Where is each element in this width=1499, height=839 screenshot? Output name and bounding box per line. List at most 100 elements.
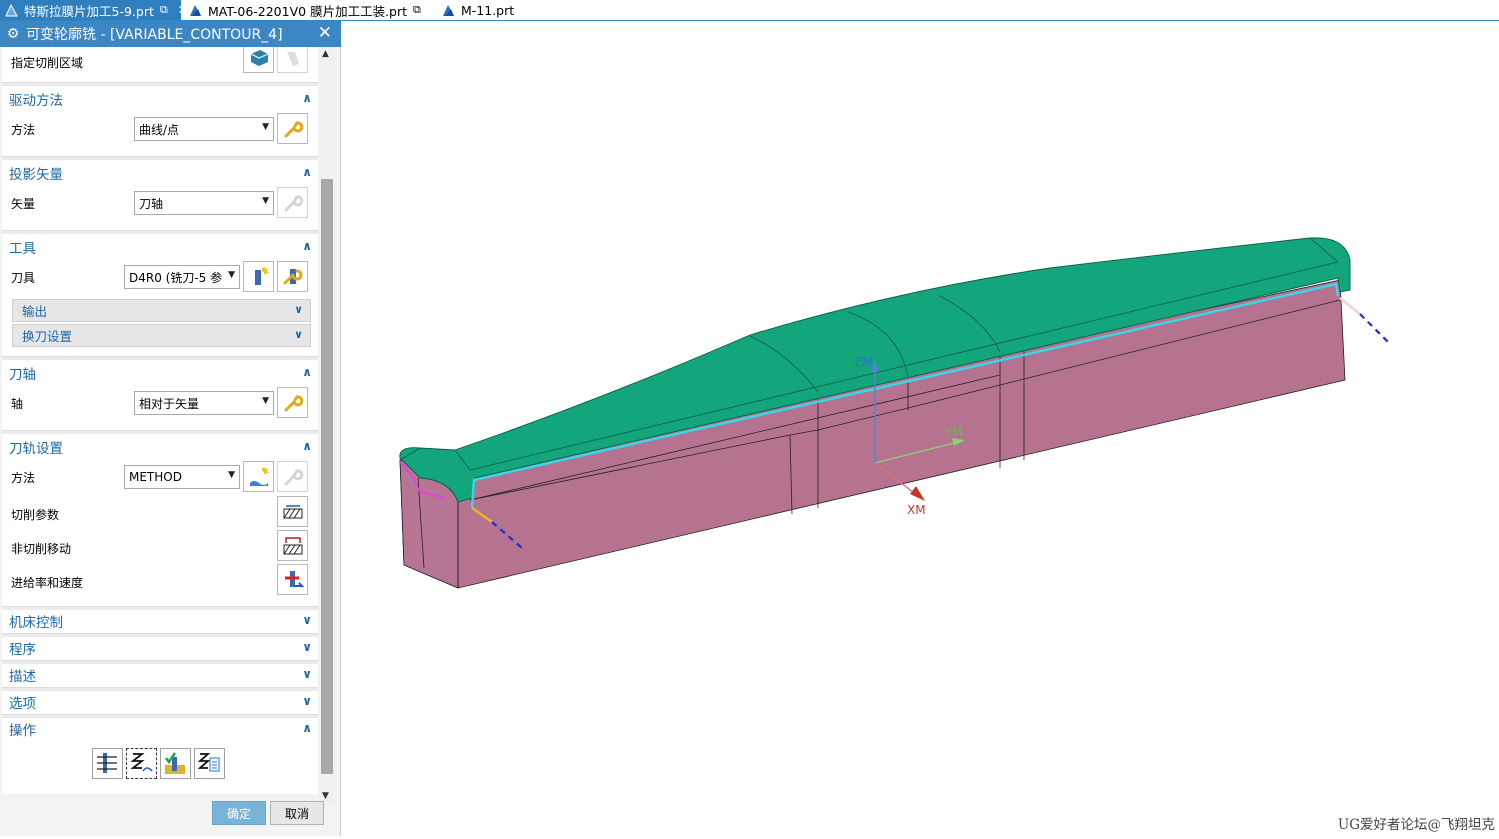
tool-header[interactable]: 工具 ∧ <box>2 234 318 260</box>
axis-select[interactable]: 相对于矢量 ▼ <box>134 391 274 415</box>
dropdown-caret-icon: ▼ <box>262 122 269 132</box>
scroll-thumb[interactable] <box>321 179 333 774</box>
file-tab-bar: 特斯拉膜片加工5-9.prt ⧉ ✕ MAT-06-2201V0 膜片加工工装.… <box>0 0 1499 21</box>
path-method-select[interactable]: METHOD ▼ <box>124 465 240 489</box>
cut-area-icon <box>250 49 268 66</box>
new-method-icon <box>249 466 269 486</box>
machine-control-header[interactable]: 机床控制 ∨ <box>2 608 318 634</box>
tab-file-1[interactable]: 特斯拉膜片加工5-9.prt ⧉ ✕ <box>0 0 188 20</box>
path-method-label: 方法 <box>11 471 36 485</box>
chevron-down-icon: ∨ <box>302 667 312 681</box>
specify-cut-area-label: 指定切削区域 <box>11 56 84 70</box>
wrench-icon <box>284 468 303 485</box>
description-title: 描述 <box>9 669 36 685</box>
description-section[interactable]: 描述 ∨ <box>2 664 318 687</box>
tab-file-3[interactable]: M-11.prt <box>442 0 532 20</box>
path-method-value: METHOD <box>129 470 182 484</box>
options-section[interactable]: 选项 ∨ <box>2 691 318 714</box>
output-subsection[interactable]: 输出 ∨ <box>12 299 311 322</box>
dialog-scrollbar[interactable]: ▲ ▼ <box>319 47 335 805</box>
tool-label: 刀具 <box>11 271 36 285</box>
tool-axis-row: 轴 相对于矢量 ▼ <box>2 387 318 418</box>
chevron-up-icon: ∧ <box>302 365 312 379</box>
scroll-down-icon[interactable]: ▼ <box>322 791 329 801</box>
wrench-icon <box>284 120 303 137</box>
non-cut-moves-row: 非切削移动 <box>2 530 318 561</box>
replay-toolpath-button[interactable] <box>126 748 157 779</box>
part-model <box>399 237 1391 589</box>
ym-label: YM <box>945 425 963 439</box>
toolpath-retract <box>1359 313 1391 345</box>
cut-params-button[interactable] <box>277 496 308 527</box>
cut-params-icon <box>283 504 302 518</box>
tool-row: 刀具 D4R0 (铣刀-5 参 ▼ <box>2 261 318 292</box>
tool-change-subsection[interactable]: 换刀设置 ∨ <box>12 324 311 347</box>
path-method-row: 方法 METHOD ▼ <box>2 461 318 492</box>
description-header[interactable]: 描述 ∨ <box>2 662 318 688</box>
chevron-down-icon: ∨ <box>302 640 312 654</box>
verify-toolpath-button[interactable] <box>160 748 191 779</box>
projection-vector-header[interactable]: 投影矢量 ∧ <box>2 160 318 186</box>
program-header[interactable]: 程序 ∨ <box>2 635 318 661</box>
zm-label: ZM <box>854 355 873 369</box>
ok-button[interactable]: 确定 <box>212 801 266 825</box>
edit-method-button[interactable] <box>277 461 308 492</box>
toolpath-exit <box>1339 297 1361 315</box>
feeds-speeds-button[interactable] <box>277 564 308 595</box>
tool-select[interactable]: D4R0 (铣刀-5 参 ▼ <box>124 265 240 289</box>
new-method-button[interactable] <box>243 461 274 492</box>
tool-axis-header[interactable]: 刀轴 ∧ <box>2 360 318 386</box>
drive-method-section: 驱动方法 ∧ 方法 曲线/点 ▼ <box>2 86 318 156</box>
tab-file-2[interactable]: MAT-06-2201V0 膜片加工工装.prt ⧉ <box>189 0 429 20</box>
modified-icon: ⧉ <box>413 3 421 16</box>
program-section[interactable]: 程序 ∨ <box>2 637 318 660</box>
geometry-section-tail: 指定切削区域 <box>2 47 318 82</box>
edit-tool-icon <box>283 268 302 284</box>
xm-arrow-icon <box>910 486 925 501</box>
projection-vector-section: 投影矢量 ∧ 矢量 刀轴 ▼ <box>2 160 318 230</box>
wrench-icon <box>284 194 303 211</box>
specify-cut-area-button[interactable] <box>243 47 274 73</box>
vector-select[interactable]: 刀轴 ▼ <box>134 191 274 215</box>
path-settings-header[interactable]: 刀轨设置 ∧ <box>2 434 318 460</box>
specify-cut-area-row: 指定切削区域 <box>2 47 318 77</box>
output-label: 输出 <box>22 304 48 319</box>
dialog-content: 指定切削区域 驱动方法 ∧ 方法 曲线/点 ▼ 投影矢量 ∧ 矢量 刀轴 ▼ 工… <box>0 47 318 797</box>
vector-label: 矢量 <box>11 197 36 211</box>
list-toolpath-button[interactable] <box>194 748 225 779</box>
operations-header[interactable]: 操作 ∧ <box>2 716 318 742</box>
new-tool-button[interactable] <box>243 261 274 292</box>
feeds-speeds-label: 进给率和速度 <box>11 576 84 590</box>
tool-section: 工具 ∧ 刀具 D4R0 (铣刀-5 参 ▼ 输出 ∨ 换刀设置 ∨ <box>2 234 318 356</box>
tool-value: D4R0 (铣刀-5 参 <box>129 270 223 285</box>
options-header[interactable]: 选项 ∨ <box>2 689 318 715</box>
part-file-icon <box>442 4 455 17</box>
projection-vector-row: 矢量 刀轴 ▼ <box>2 187 318 218</box>
list-icon <box>197 753 220 772</box>
chevron-down-icon: ∨ <box>302 613 312 627</box>
replay-icon <box>130 753 153 772</box>
machine-control-title: 机床控制 <box>9 615 63 631</box>
cut-params-label: 切削参数 <box>11 508 60 522</box>
new-tool-icon <box>254 266 269 285</box>
generate-toolpath-button[interactable] <box>92 748 123 779</box>
close-icon[interactable]: ✕ <box>318 23 332 43</box>
dropdown-caret-icon: ▼ <box>228 270 235 280</box>
edit-tool-button[interactable] <box>277 261 308 292</box>
modified-icon: ⧉ <box>159 3 168 16</box>
graphics-viewport[interactable]: ZM YM XM UG爱好者论坛@飞翔坦克 <box>341 22 1499 836</box>
axis-edit-button[interactable] <box>277 387 308 418</box>
vector-edit-button[interactable] <box>277 187 308 218</box>
drive-method-header[interactable]: 驱动方法 ∧ <box>2 86 318 112</box>
cancel-button[interactable]: 取消 <box>270 801 324 825</box>
machine-control-section[interactable]: 机床控制 ∨ <box>2 610 318 633</box>
scroll-up-icon[interactable]: ▲ <box>322 49 329 59</box>
display-cut-area-button[interactable] <box>277 47 308 73</box>
dialog-title: 可变轮廓铣 - [VARIABLE_CONTOUR_4] <box>26 27 283 43</box>
feeds-speeds-row: 进给率和速度 <box>2 564 318 595</box>
close-tab-icon[interactable]: ✕ <box>178 3 188 17</box>
drive-method-select[interactable]: 曲线/点 ▼ <box>134 117 274 141</box>
drive-method-edit-button[interactable] <box>277 113 308 144</box>
non-cut-moves-button[interactable] <box>277 530 308 561</box>
operations-section: 操作 ∧ <box>2 718 318 794</box>
